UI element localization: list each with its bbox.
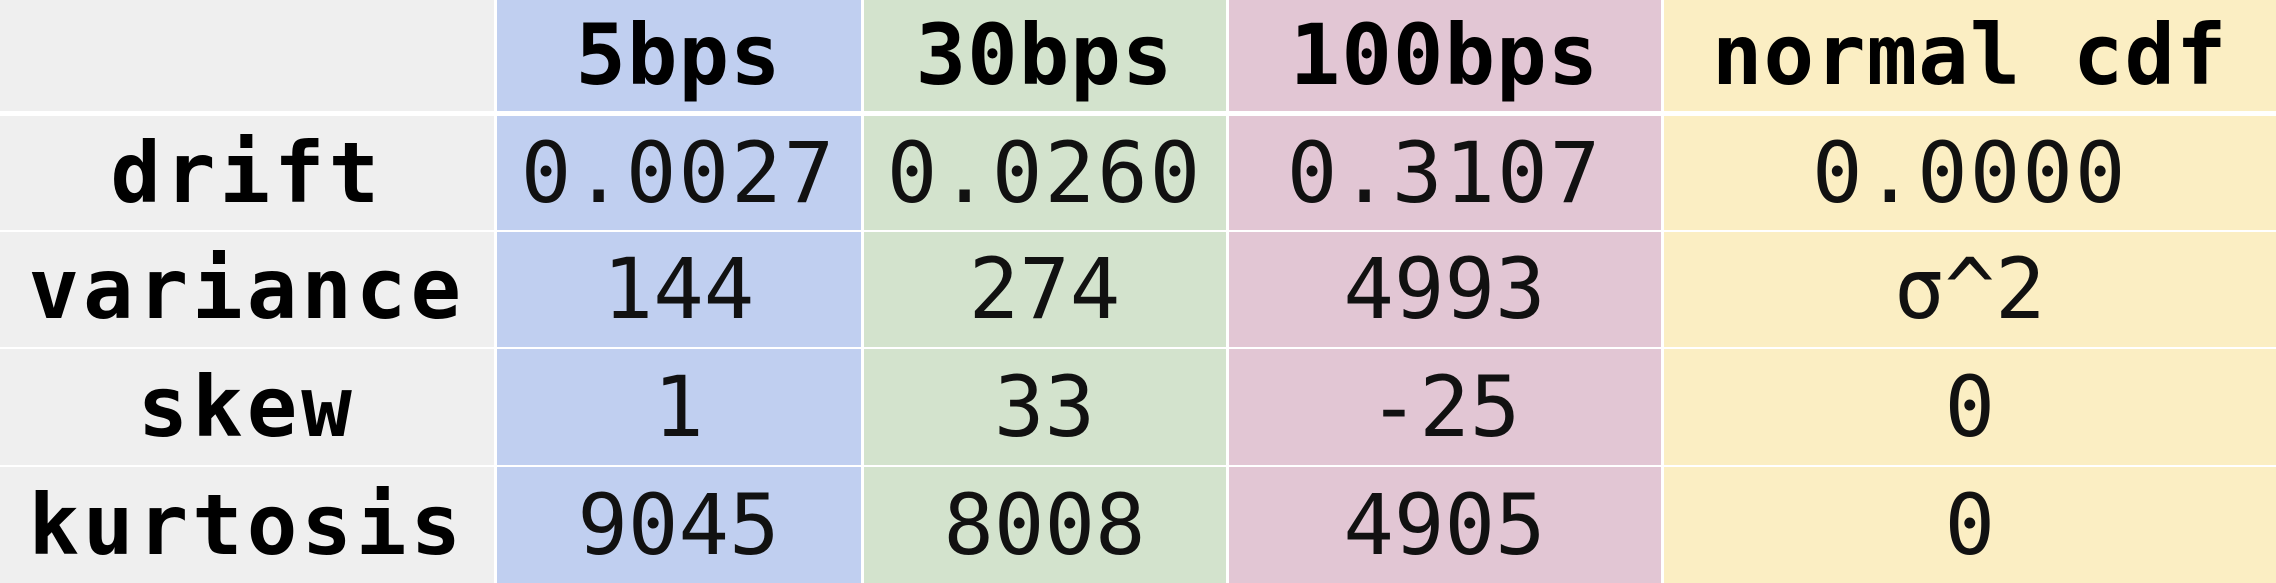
column-header-normal-cdf: normal cdf — [1660, 0, 2276, 116]
cell-variance-30bps: 274 — [860, 229, 1227, 348]
column-header-30bps: 30bps — [860, 0, 1227, 116]
table-row-skew: skew 1 33 -25 0 — [0, 347, 2276, 466]
cell-skew-100bps: -25 — [1225, 347, 1662, 466]
table-header: 5bps 30bps 100bps normal cdf — [0, 0, 2276, 116]
cell-skew-5bps: 1 — [493, 347, 862, 466]
cell-drift-30bps: 0.0260 — [860, 113, 1227, 231]
cell-kurtosis-5bps: 9045 — [493, 464, 862, 583]
column-header-100bps: 100bps — [1225, 0, 1662, 116]
table-body: drift 0.0027 0.0260 0.3107 0.0000 varian… — [0, 113, 2276, 583]
row-label-drift: drift — [0, 113, 495, 231]
row-label-kurtosis: kurtosis — [0, 464, 495, 583]
cell-variance-normal-cdf: σ^2 — [1660, 229, 2276, 348]
cell-skew-30bps: 33 — [860, 347, 1227, 466]
table-row-kurtosis: kurtosis 9045 8008 4905 0 — [0, 464, 2276, 583]
cell-drift-5bps: 0.0027 — [493, 113, 862, 231]
stats-table: 5bps 30bps 100bps normal cdf drift 0.002… — [0, 0, 2276, 583]
corner-cell — [0, 0, 495, 116]
table-row-drift: drift 0.0027 0.0260 0.3107 0.0000 — [0, 113, 2276, 231]
row-label-skew: skew — [0, 347, 495, 466]
cell-drift-normal-cdf: 0.0000 — [1660, 113, 2276, 231]
cell-variance-5bps: 144 — [493, 229, 862, 348]
header-row: 5bps 30bps 100bps normal cdf — [0, 0, 2276, 116]
cell-skew-normal-cdf: 0 — [1660, 347, 2276, 466]
column-header-5bps: 5bps — [493, 0, 862, 116]
cell-kurtosis-100bps: 4905 — [1225, 464, 1662, 583]
cell-kurtosis-30bps: 8008 — [860, 464, 1227, 583]
row-label-variance: variance — [0, 229, 495, 348]
cell-drift-100bps: 0.3107 — [1225, 113, 1662, 231]
table-row-variance: variance 144 274 4993 σ^2 — [0, 229, 2276, 348]
cell-variance-100bps: 4993 — [1225, 229, 1662, 348]
cell-kurtosis-normal-cdf: 0 — [1660, 464, 2276, 583]
